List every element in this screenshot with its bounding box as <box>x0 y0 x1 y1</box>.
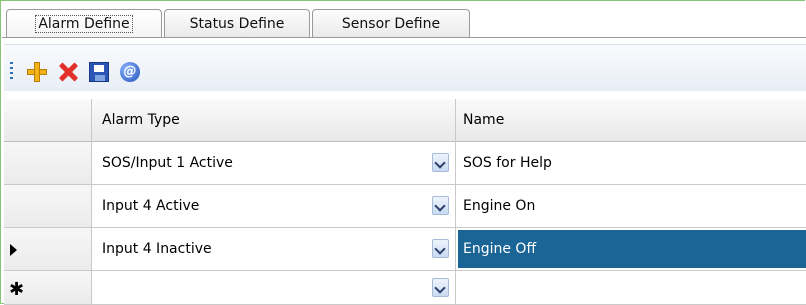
column-header-name[interactable]: Name <box>456 99 806 142</box>
tab-status-define[interactable]: Status Define <box>164 9 310 38</box>
alarm-type-cell[interactable]: SOS/Input 1 Active <box>92 142 456 185</box>
new-row: ✱ <box>4 271 806 305</box>
add-button[interactable] <box>26 61 50 83</box>
chevron-down-icon[interactable] <box>432 239 449 258</box>
corner-header[interactable] <box>4 99 92 142</box>
new-row-asterisk-icon: ✱ <box>9 279 25 300</box>
tab-label: Status Define <box>189 16 285 32</box>
tab-label: Alarm Define <box>35 15 133 33</box>
alarm-type-value: SOS/Input 1 Active <box>102 155 233 171</box>
column-header-alarm-type[interactable]: Alarm Type <box>92 99 456 142</box>
alarm-type-value: Input 4 Inactive <box>102 241 212 257</box>
chevron-down-icon[interactable] <box>432 153 449 172</box>
table-row: Input 4 Inactive Engine Off <box>4 228 806 271</box>
row-header[interactable]: ✱ <box>4 271 92 305</box>
toolbar-grip[interactable] <box>10 62 13 80</box>
column-header-label: Name <box>463 112 505 128</box>
info-icon: @ <box>120 62 140 82</box>
tab-alarm-define[interactable]: Alarm Define <box>6 9 162 38</box>
tab-label: Sensor Define <box>341 16 441 32</box>
table-row: Input 4 Active Engine On <box>4 185 806 228</box>
alarm-type-value: Input 4 Active <box>102 198 200 214</box>
name-cell[interactable] <box>456 271 806 305</box>
name-cell[interactable]: SOS for Help <box>456 142 806 185</box>
name-value: SOS for Help <box>463 155 552 171</box>
alarm-type-cell[interactable]: Input 4 Inactive <box>92 228 456 271</box>
name-value: Engine On <box>463 198 536 214</box>
column-header-label: Alarm Type <box>102 112 180 128</box>
table-row: SOS/Input 1 Active SOS for Help <box>4 142 806 185</box>
chevron-down-icon[interactable] <box>432 196 449 215</box>
selection-highlight: Engine Off <box>458 230 806 268</box>
alarm-type-cell[interactable] <box>92 271 456 305</box>
info-button[interactable]: @ <box>119 61 143 83</box>
delete-button[interactable] <box>57 61 81 83</box>
row-header[interactable] <box>4 142 92 185</box>
name-cell[interactable]: Engine Off <box>456 228 806 271</box>
tab-strip: Alarm Define Status Define Sensor Define <box>0 0 806 40</box>
grid-header-row: Alarm Type Name <box>4 99 806 142</box>
alarm-type-cell[interactable]: Input 4 Active <box>92 185 456 228</box>
tab-divider <box>2 37 806 38</box>
tab-sensor-define[interactable]: Sensor Define <box>312 9 470 38</box>
name-value: Engine Off <box>463 241 537 257</box>
row-header[interactable] <box>4 228 92 271</box>
current-row-arrow-icon <box>10 244 17 256</box>
row-header[interactable] <box>4 185 92 228</box>
toolbar: @ <box>4 44 806 91</box>
save-button[interactable] <box>88 61 112 83</box>
chevron-down-icon[interactable] <box>432 278 449 297</box>
name-cell[interactable]: Engine On <box>456 185 806 228</box>
